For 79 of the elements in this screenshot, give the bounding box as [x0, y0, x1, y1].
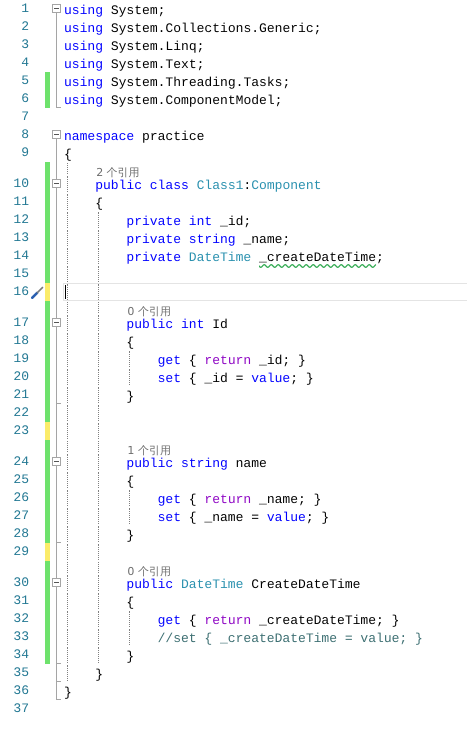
line-number: 6 [21, 91, 29, 107]
line-number: 5 [21, 73, 29, 89]
line-number: 28 [13, 526, 29, 542]
reference-count[interactable]: 1 个引用 [127, 444, 171, 457]
line-number: 14 [13, 248, 29, 264]
fold-toggle[interactable] [52, 578, 61, 587]
code-line: public string name [126, 456, 267, 472]
code-line: { [126, 595, 134, 611]
code-line: set { _name = value; } [158, 510, 330, 526]
line-number: 7 [21, 109, 29, 125]
fold-toggle[interactable] [52, 179, 61, 188]
line-number: 36 [13, 683, 29, 699]
text-caret [65, 285, 66, 299]
line-number: 34 [13, 647, 29, 663]
line-number: 22 [13, 405, 29, 421]
fold-toggle[interactable] [52, 457, 61, 466]
line-number: 4 [21, 55, 29, 71]
screwdriver-icon[interactable] [30, 286, 44, 298]
line-number: 1 [21, 1, 29, 17]
code-line: } [126, 389, 134, 405]
code-line: private int _id; [126, 214, 252, 230]
code-line: } [126, 649, 134, 665]
reference-count[interactable]: 0 个引用 [127, 305, 171, 318]
code-line: private string _name; [126, 232, 290, 248]
line-number: 8 [21, 127, 29, 143]
line-number: 37 [13, 701, 29, 717]
reference-count[interactable]: 2 个引用 [96, 166, 140, 179]
code-line: namespace practice [64, 129, 204, 145]
line-number: 2 [21, 19, 29, 35]
line-number: 21 [13, 387, 29, 403]
line-number: 9 [21, 145, 29, 161]
line-number: 30 [13, 575, 29, 591]
line-number: 29 [13, 544, 29, 560]
line-number: 26 [13, 490, 29, 506]
code-line: using System.Linq; [64, 39, 204, 55]
code-line: } [64, 685, 72, 701]
code-line: using System.Threading.Tasks; [64, 75, 290, 91]
code-line: public class Class1:Component [95, 178, 322, 194]
line-number: 20 [13, 369, 29, 385]
line-number: 19 [13, 351, 29, 367]
line-number: 10 [13, 176, 29, 192]
code-line: using System; [64, 3, 166, 19]
fold-toggle[interactable] [52, 130, 61, 139]
line-number: 35 [13, 665, 29, 681]
line-number: 11 [13, 194, 29, 210]
reference-count[interactable]: 0 个引用 [127, 565, 171, 578]
code-line: public DateTime CreateDateTime [126, 577, 360, 593]
line-number: 31 [13, 593, 29, 609]
fold-toggle[interactable] [52, 318, 61, 327]
line-number: 24 [13, 454, 29, 470]
line-number: 18 [13, 333, 29, 349]
line-number: 3 [21, 37, 29, 53]
line-number: 13 [13, 230, 29, 246]
line-number: 15 [13, 266, 29, 282]
line-number: 12 [13, 212, 29, 228]
code-line: { [64, 147, 72, 163]
code-line: } [126, 528, 134, 544]
line-number: 25 [13, 472, 29, 488]
code-line: get { return _createDateTime; } [158, 613, 400, 629]
code-line: get { return _id; } [158, 353, 306, 369]
code-line: private DateTime _createDateTime; [126, 250, 384, 266]
line-number: 17 [13, 315, 29, 331]
line-number: 32 [13, 611, 29, 627]
fold-toggle[interactable] [52, 4, 61, 13]
code-line: { [95, 196, 103, 212]
code-line: set { _id = value; } [158, 371, 314, 387]
code-line: { [126, 335, 134, 351]
line-number: 27 [13, 508, 29, 524]
code-line: using System.ComponentModel; [64, 93, 282, 109]
code-line: using System.Text; [64, 57, 204, 73]
code-line: get { return _name; } [158, 492, 322, 508]
code-line: //set { _createDateTime = value; } [158, 631, 423, 647]
code-line: using System.Collections.Generic; [64, 21, 322, 37]
code-line: } [95, 667, 103, 683]
code-line: { [126, 474, 134, 490]
line-number: 16 [13, 284, 29, 300]
line-number: 23 [13, 423, 29, 439]
code-line: public int Id [126, 317, 228, 333]
line-number: 33 [13, 629, 29, 645]
